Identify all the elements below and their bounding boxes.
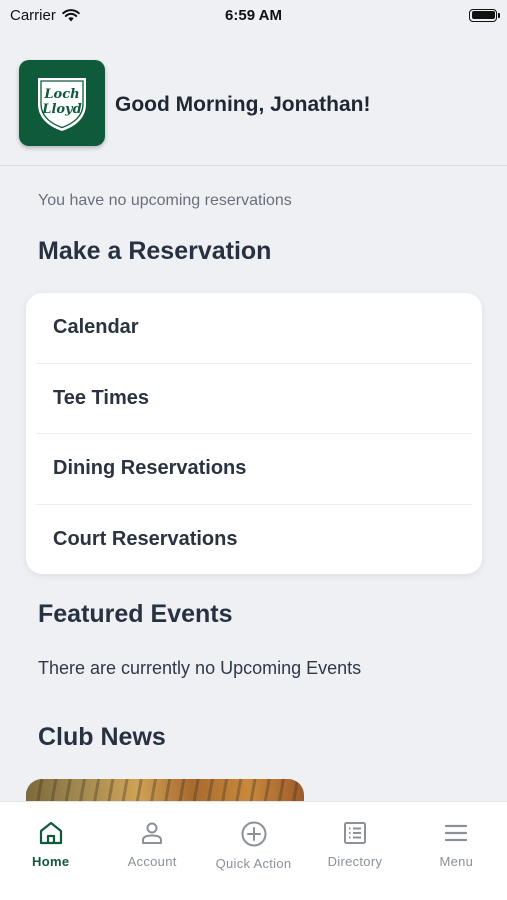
tab-account[interactable]: Account: [101, 802, 202, 900]
tab-menu[interactable]: Menu: [406, 802, 507, 900]
option-label: Calendar: [53, 316, 139, 339]
carrier-info: Carrier: [10, 7, 80, 24]
menu-icon: [445, 824, 468, 842]
battery-icon: [469, 8, 500, 22]
tab-home[interactable]: Home: [0, 802, 101, 900]
tab-label: Home: [32, 854, 70, 869]
club-news-title: Club News: [38, 723, 166, 751]
tab-label: Directory: [327, 854, 383, 869]
logo-text-line1: Loch: [43, 87, 79, 102]
featured-events-title: Featured Events: [38, 600, 233, 628]
tab-label: Quick Action: [215, 856, 292, 871]
bottom-tab-bar: Home Account Quick Action Directory Menu: [0, 801, 507, 900]
make-reservation-title: Make a Reservation: [38, 237, 272, 265]
tee-times-option[interactable]: Tee Times: [36, 364, 472, 434]
option-label: Court Reservations: [53, 528, 238, 551]
carrier-label: Carrier: [10, 6, 56, 24]
home-icon: [39, 821, 62, 845]
reservation-options-card: Calendar Tee Times Dining Reservations C…: [26, 293, 482, 574]
option-label: Dining Reservations: [53, 457, 247, 480]
dining-reservations-option[interactable]: Dining Reservations: [36, 434, 472, 505]
wifi-icon: [62, 8, 80, 21]
no-reservations-message: You have no upcoming reservations: [38, 192, 292, 209]
tab-directory[interactable]: Directory: [304, 802, 405, 900]
option-label: Tee Times: [53, 386, 149, 409]
directory-icon: [343, 822, 366, 844]
greeting-text: Good Morning, Jonathan!: [115, 93, 371, 116]
tab-label: Menu: [439, 854, 474, 869]
status-bar: Carrier 6:59 AM: [0, 0, 507, 30]
home-header: Loch Lloyd Good Morning, Jonathan!: [0, 60, 507, 166]
account-icon: [142, 822, 163, 844]
logo-text-line2: Lloyd: [41, 102, 81, 117]
plus-circle-icon: [241, 821, 267, 847]
club-logo: Loch Lloyd: [19, 60, 105, 146]
calendar-option[interactable]: Calendar: [36, 293, 472, 364]
tab-label: Account: [127, 854, 177, 869]
club-crest-icon: Loch Lloyd: [38, 78, 86, 131]
tab-quick-action[interactable]: Quick Action: [203, 802, 304, 900]
no-events-message: There are currently no Upcoming Events: [38, 658, 362, 678]
court-reservations-option[interactable]: Court Reservations: [36, 505, 472, 576]
